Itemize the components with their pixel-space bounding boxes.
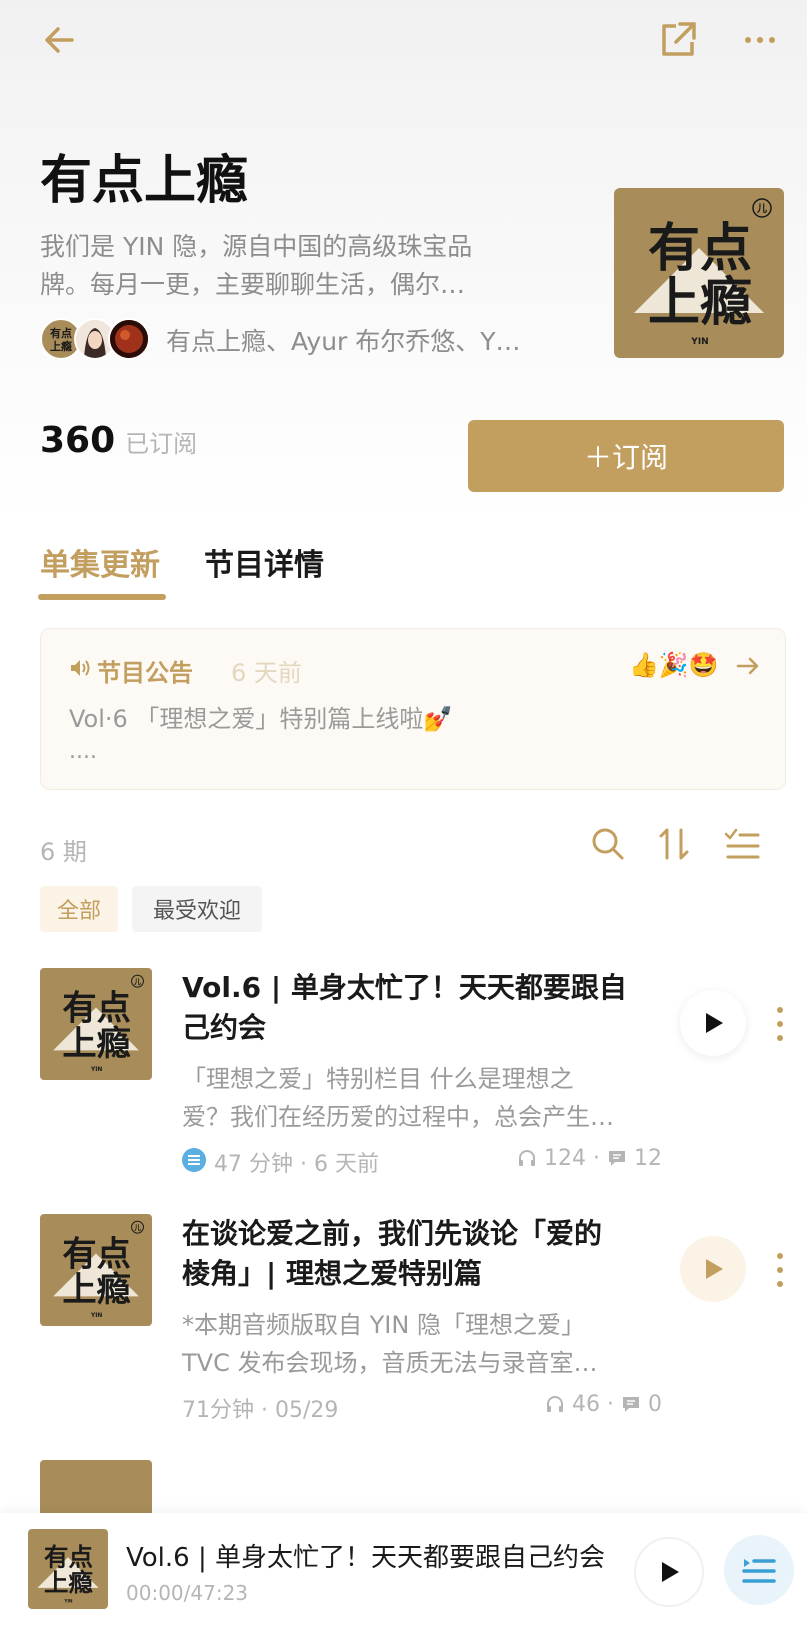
podcast-description[interactable]: 我们是 YIN 隐，源自中国的高级珠宝品 牌。每月一更，主要聊聊生活，偶尔… bbox=[40, 228, 540, 304]
svg-text:YIN: YIN bbox=[63, 1598, 73, 1603]
announcement-more: .... bbox=[69, 739, 97, 764]
play-button[interactable] bbox=[680, 1236, 746, 1302]
tab-episodes[interactable]: 单集更新 bbox=[40, 540, 160, 584]
player-time: 00:00/47:23 bbox=[126, 1581, 249, 1605]
announcement-emojis: 👍🎉🤩 bbox=[629, 651, 719, 679]
announcement-title: 节目公告 bbox=[97, 659, 193, 687]
play-count: 46 bbox=[572, 1392, 600, 1417]
description-line: 我们是 YIN 隐，源自中国的高级珠宝品 bbox=[40, 232, 473, 261]
player-cover: 有点 上瘾 YIN bbox=[28, 1529, 108, 1609]
comment-count: 12 bbox=[634, 1146, 662, 1171]
back-arrow-icon[interactable] bbox=[40, 20, 80, 60]
svg-text:YIN: YIN bbox=[90, 1313, 102, 1319]
play-count: 124 bbox=[544, 1146, 586, 1171]
svg-text:上瘾: 上瘾 bbox=[50, 339, 72, 353]
more-options-icon[interactable] bbox=[738, 18, 782, 62]
tab-details[interactable]: 节目详情 bbox=[204, 540, 324, 584]
filter-all[interactable]: 全部 bbox=[40, 886, 118, 932]
episode-title[interactable]: Vol.6 | 单身太忙了！天天都要跟自 己约会 bbox=[182, 968, 652, 1048]
episode-duration: 71分钟 · 05/29 bbox=[182, 1398, 339, 1423]
episode-description: *本期音频版取自 YIN 隐「理想之爱」 TVC 发布会现场，音质无法与录音室… bbox=[182, 1306, 652, 1382]
description-line: 牌。每月一更，主要聊聊生活，偶尔… bbox=[40, 270, 466, 299]
episode-title-line: 在谈论爱之前，我们先谈论「爱的 bbox=[182, 1217, 603, 1250]
play-icon bbox=[706, 1013, 723, 1033]
episode-stats: 124 · 12 bbox=[517, 1146, 662, 1171]
episode-item[interactable]: 有点 上瘾 YIN 儿 在谈论爱之前，我们先谈论「爱的 棱角」| 理想之爱特别篇… bbox=[0, 1214, 807, 1454]
comment-count: 0 bbox=[648, 1392, 662, 1417]
announcement-body: Vol·6 「理想之爱」特别篇上线啦💅 bbox=[69, 705, 454, 733]
announcement-card[interactable]: 节目公告 6 天前 👍🎉🤩 Vol·6 「理想之爱」特别篇上线啦💅 .... bbox=[40, 628, 786, 790]
svg-text:有点: 有点 bbox=[62, 988, 131, 1028]
speaker-icon bbox=[71, 660, 90, 676]
cover-text-line1: 有点 bbox=[648, 219, 752, 279]
episode-item[interactable]: 有点 上瘾 YIN 儿 Vol.6 | 单身太忙了！天天都要跟自 己约会 「理想… bbox=[0, 968, 807, 1208]
svg-text:儿: 儿 bbox=[133, 978, 141, 986]
headphones-icon bbox=[519, 1150, 535, 1166]
episode-title[interactable]: 在谈论爱之前，我们先谈论「爱的 棱角」| 理想之爱特别篇 bbox=[182, 1214, 652, 1294]
host-list[interactable]: 有点 上瘾 有点上瘾、Ayur 布尔乔悠、Y… bbox=[40, 318, 580, 360]
episode-cover: 有点 上瘾 YIN 儿 bbox=[40, 1214, 152, 1326]
svg-text:有点: 有点 bbox=[50, 326, 72, 340]
select-list-icon[interactable] bbox=[722, 824, 762, 864]
episode-meta: 71分钟 · 05/29 46 · 0 bbox=[182, 1392, 662, 1423]
host-avatar bbox=[108, 318, 150, 360]
list-icon bbox=[182, 1148, 206, 1172]
episode-desc-line: 爱？我们在经历爱的过程中，总会产生… bbox=[182, 1103, 614, 1131]
svg-text:儿: 儿 bbox=[133, 1224, 141, 1232]
mini-player[interactable]: 有点 上瘾 YIN Vol.6 | 单身太忙了！天天都要跟自己约会 00:00/… bbox=[0, 1513, 807, 1633]
episode-desc-line: 「理想之爱」特别栏目 什么是理想之 bbox=[182, 1065, 574, 1093]
episode-more-icon[interactable] bbox=[774, 1250, 786, 1290]
filter-popular[interactable]: 最受欢迎 bbox=[132, 886, 262, 932]
svg-text:有点: 有点 bbox=[44, 1543, 93, 1572]
episode-cover: 有点 上瘾 YIN 儿 bbox=[40, 968, 152, 1080]
episode-title-line: 棱角」| 理想之爱特别篇 bbox=[182, 1257, 482, 1290]
cover-brand: YIN bbox=[690, 337, 708, 347]
play-icon bbox=[662, 1562, 679, 1582]
hosts-text: 有点上瘾、Ayur 布尔乔悠、Y… bbox=[166, 327, 521, 356]
announcement-time: 6 天前 bbox=[231, 659, 302, 687]
episode-count: 6 期 bbox=[40, 838, 87, 866]
svg-text:上瘾: 上瘾 bbox=[44, 1568, 93, 1597]
comment-icon bbox=[609, 1151, 625, 1166]
playlist-button[interactable] bbox=[724, 1535, 794, 1605]
episode-desc-line: TVC 发布会现场，音质无法与录音室… bbox=[182, 1349, 598, 1377]
svg-text:YIN: YIN bbox=[90, 1067, 102, 1073]
subscriber-stats: 360 已订阅 bbox=[40, 420, 197, 461]
comment-icon bbox=[623, 1397, 639, 1412]
podcast-title: 有点上瘾 bbox=[40, 151, 249, 211]
svg-text:有点: 有点 bbox=[62, 1234, 131, 1274]
cover-corner-mark: 儿 bbox=[756, 203, 767, 215]
episode-desc-line: *本期音频版取自 YIN 隐「理想之爱」 bbox=[182, 1311, 585, 1339]
episode-meta: 47 分钟 · 6 天前 124 · 12 bbox=[182, 1146, 662, 1177]
podcast-cover: 有点 上瘾 YIN 儿 bbox=[614, 188, 784, 358]
episode-title-line: Vol.6 | 单身太忙了！天天都要跟自 bbox=[182, 971, 627, 1004]
subscriber-count: 360 bbox=[40, 420, 116, 461]
sort-icon[interactable] bbox=[654, 824, 694, 864]
subscribe-button[interactable]: ＋订阅 bbox=[468, 420, 784, 492]
player-play-button[interactable] bbox=[634, 1537, 704, 1607]
player-title: Vol.6 | 单身太忙了！天天都要跟自己约会 bbox=[126, 1543, 605, 1573]
playlist-icon bbox=[742, 1559, 776, 1583]
episode-stats: 46 · 0 bbox=[545, 1392, 662, 1417]
svg-text:上瘾: 上瘾 bbox=[62, 1270, 131, 1310]
svg-text:上瘾: 上瘾 bbox=[62, 1024, 131, 1064]
episode-more-icon[interactable] bbox=[774, 1004, 786, 1044]
top-bar bbox=[0, 0, 807, 90]
play-button[interactable] bbox=[680, 990, 746, 1056]
subscriber-label: 已订阅 bbox=[125, 430, 198, 458]
episode-cover-partial bbox=[40, 1460, 152, 1513]
search-icon[interactable] bbox=[588, 824, 628, 864]
active-tab-indicator bbox=[38, 594, 166, 600]
cover-text-line2: 上瘾 bbox=[648, 273, 752, 333]
share-icon[interactable] bbox=[656, 18, 700, 62]
arrow-right-icon bbox=[736, 657, 759, 675]
episode-title-line: 己约会 bbox=[182, 1011, 267, 1044]
episode-description: 「理想之爱」特别栏目 什么是理想之 爱？我们在经历爱的过程中，总会产生… bbox=[182, 1060, 652, 1136]
episode-duration: 47 分钟 · 6 天前 bbox=[214, 1152, 379, 1177]
play-icon bbox=[706, 1259, 723, 1279]
headphones-icon bbox=[547, 1396, 563, 1412]
